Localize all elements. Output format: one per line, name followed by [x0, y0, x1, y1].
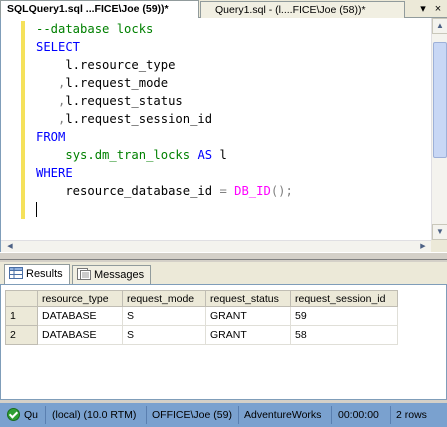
close-icon[interactable]: ×	[431, 2, 445, 16]
status-server: (local) (10.0 RTM)	[52, 409, 137, 421]
code-token: l.resource_type	[36, 58, 176, 72]
results-grid[interactable]: resource_type request_mode request_statu…	[0, 284, 447, 400]
code-line[interactable]: ,l.request_session_id	[36, 110, 431, 128]
change-tracking-bar	[21, 21, 25, 219]
table-cell[interactable]: S	[122, 325, 206, 345]
code-line[interactable]: l.resource_type	[36, 56, 431, 74]
code-token: AS	[190, 148, 220, 162]
tab-query1[interactable]: Query1.sql - (l....FICE\Joe (58))*	[200, 1, 405, 18]
status-elapsed: 00:00:00	[338, 409, 379, 421]
row-number[interactable]: 2	[5, 325, 38, 345]
code-token: ();	[270, 184, 293, 198]
status-database: AdventureWorks	[244, 409, 322, 421]
code-line[interactable]: SELECT	[36, 38, 431, 56]
code-token: l.request_session_id	[65, 112, 213, 126]
pane-splitter[interactable]	[0, 252, 447, 260]
code-line[interactable]: FROM	[36, 128, 431, 146]
code-line[interactable]: ,l.request_status	[36, 92, 431, 110]
tab-sqlquery1[interactable]: SQLQuery1.sql ...FICE\Joe (59))*	[0, 0, 199, 18]
table-cell[interactable]: 58	[290, 325, 398, 345]
tab-dropdown-icon[interactable]: ▾	[416, 2, 430, 16]
code-token: l.request_mode	[65, 76, 169, 90]
code-token: resource_database_id	[36, 184, 220, 198]
table-row[interactable]: 1 DATABASE S GRANT 59	[5, 306, 398, 326]
vertical-scrollbar[interactable]: ▲ ▼	[431, 18, 447, 240]
table-cell[interactable]: 59	[290, 306, 398, 326]
code-token: SELECT	[36, 40, 81, 54]
code-token: sys.dm_tran_locks	[65, 148, 191, 162]
tab-results-label: Results	[26, 268, 63, 280]
horizontal-scrollbar[interactable]: ◀ ▶	[1, 240, 432, 252]
row-number-header[interactable]	[5, 290, 38, 307]
code-token: WHERE	[36, 166, 73, 180]
column-header-request-session-id[interactable]: request_session_id	[290, 290, 398, 307]
status-divider	[238, 406, 239, 424]
code-token: --database locks	[36, 22, 154, 36]
header-row: resource_type request_mode request_statu…	[5, 290, 398, 307]
scroll-down-icon[interactable]: ▼	[432, 224, 447, 240]
tab-messages-label: Messages	[94, 269, 145, 281]
table-cell[interactable]: GRANT	[205, 306, 291, 326]
table-row[interactable]: 2 DATABASE S GRANT 58	[5, 325, 398, 345]
tab-label: SQLQuery1.sql ...FICE\Joe (59))*	[7, 3, 169, 15]
code-line[interactable]: --database locks	[36, 20, 431, 38]
row-number[interactable]: 1	[5, 306, 38, 326]
column-header-resource-type[interactable]: resource_type	[37, 290, 123, 307]
status-state: Qu	[24, 409, 39, 421]
tab-label: Query1.sql - (l....FICE\Joe (58))*	[215, 4, 366, 16]
status-divider	[146, 406, 147, 424]
scroll-up-icon[interactable]: ▲	[432, 18, 447, 34]
code-token: l.request_status	[65, 94, 183, 108]
code-line[interactable]: WHERE	[36, 164, 431, 182]
code-token: l	[219, 148, 227, 162]
code-line[interactable]: resource_database_id = DB_ID();	[36, 182, 431, 200]
table-cell[interactable]: DATABASE	[37, 306, 123, 326]
scroll-corner	[431, 240, 447, 252]
results-tab-strip: Results Messages	[0, 262, 447, 284]
table-cell[interactable]: S	[122, 306, 206, 326]
status-user: OFFICE\Joe (59)	[152, 409, 232, 421]
scroll-thumb[interactable]	[433, 42, 447, 158]
grid-icon	[9, 267, 23, 279]
document-tab-strip: SQLQuery1.sql ...FICE\Joe (59))* Query1.…	[0, 0, 447, 18]
status-rows: 2 rows	[396, 409, 427, 421]
table-cell[interactable]: GRANT	[205, 325, 291, 345]
code-token: FROM	[36, 130, 66, 144]
column-header-request-status[interactable]: request_status	[205, 290, 291, 307]
status-divider	[390, 406, 391, 424]
results-table: resource_type request_mode request_statu…	[5, 290, 398, 345]
status-divider	[45, 406, 46, 424]
editor-margin	[1, 18, 19, 240]
code-line[interactable]	[36, 200, 431, 218]
success-check-icon	[7, 408, 20, 421]
column-header-request-mode[interactable]: request_mode	[122, 290, 206, 307]
code-token: =	[219, 184, 227, 198]
messages-icon	[77, 268, 91, 280]
code-area[interactable]: --database locks SELECT l.resource_type ,…	[36, 20, 431, 238]
tab-results[interactable]: Results	[4, 264, 70, 284]
code-line[interactable]: sys.dm_tran_locks AS l	[36, 146, 431, 164]
status-bar: Qu (local) (10.0 RTM) OFFICE\Joe (59) Ad…	[0, 403, 447, 427]
code-token: DB_ID	[234, 184, 271, 198]
query-editor[interactable]: --database locks SELECT l.resource_type ,…	[0, 18, 447, 252]
status-divider	[331, 406, 332, 424]
table-cell[interactable]: DATABASE	[37, 325, 123, 345]
code-line[interactable]: ,l.request_mode	[36, 74, 431, 92]
text-caret	[36, 202, 37, 217]
tab-messages[interactable]: Messages	[72, 265, 151, 284]
